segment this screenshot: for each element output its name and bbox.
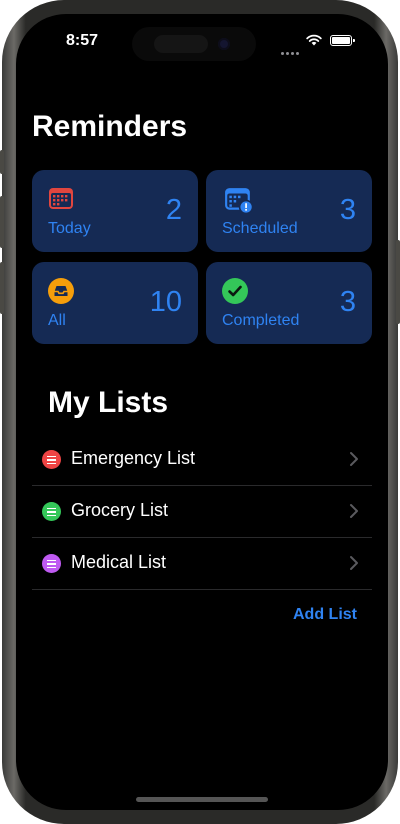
completed-count: 3	[339, 286, 356, 318]
chevron-right-icon	[350, 556, 358, 570]
dynamic-island	[132, 27, 256, 61]
calendar-clock-icon	[225, 188, 254, 214]
all-label: All	[48, 312, 66, 329]
page-title: Reminders	[32, 110, 188, 143]
status-time: 8:57	[66, 32, 99, 49]
power-button	[396, 240, 400, 324]
today-label: Today	[48, 220, 91, 237]
calendar-icon	[49, 188, 73, 209]
all-card[interactable]: All 10	[32, 262, 198, 344]
my-lists: Emergency List Grocery List Medical List	[32, 434, 372, 590]
list-name: Medical List	[71, 552, 167, 572]
volume-up-button	[0, 196, 4, 248]
cellular-signal-icon	[281, 42, 301, 60]
chevron-right-icon	[350, 504, 358, 518]
today-count: 2	[165, 194, 182, 226]
list-item-grocery[interactable]: Grocery List	[32, 486, 372, 538]
phone-frame: 8:57 Reminders Today 2 Scheduled 3 All 1…	[0, 0, 400, 824]
scheduled-count: 3	[339, 194, 356, 226]
all-count: 10	[149, 286, 182, 318]
wifi-icon	[306, 34, 322, 46]
add-list-button[interactable]: Add List	[293, 606, 357, 624]
screen: 8:57 Reminders Today 2 Scheduled 3 All 1…	[16, 14, 388, 810]
list-item-emergency[interactable]: Emergency List	[32, 434, 372, 486]
completed-card[interactable]: Completed 3	[206, 262, 372, 344]
action-button	[0, 150, 4, 174]
list-bullet-icon	[42, 502, 61, 521]
battery-icon	[330, 35, 355, 46]
today-card[interactable]: Today 2	[32, 170, 198, 252]
completed-label: Completed	[222, 312, 300, 329]
list-bullet-icon	[42, 554, 61, 573]
tray-icon	[48, 278, 74, 304]
list-name: Emergency List	[71, 448, 196, 468]
list-item-medical[interactable]: Medical List	[32, 538, 372, 590]
island-sensor	[154, 35, 208, 53]
my-lists-title: My Lists	[48, 386, 169, 419]
chevron-right-icon	[350, 452, 358, 466]
checkmark-icon	[222, 278, 248, 304]
list-name: Grocery List	[71, 500, 169, 520]
list-bullet-icon	[42, 450, 61, 469]
scheduled-label: Scheduled	[222, 220, 298, 237]
scheduled-card[interactable]: Scheduled 3	[206, 170, 372, 252]
status-bar: 8:57	[16, 14, 388, 68]
camera-icon	[218, 38, 230, 50]
home-indicator[interactable]	[136, 797, 268, 802]
volume-down-button	[0, 262, 4, 314]
